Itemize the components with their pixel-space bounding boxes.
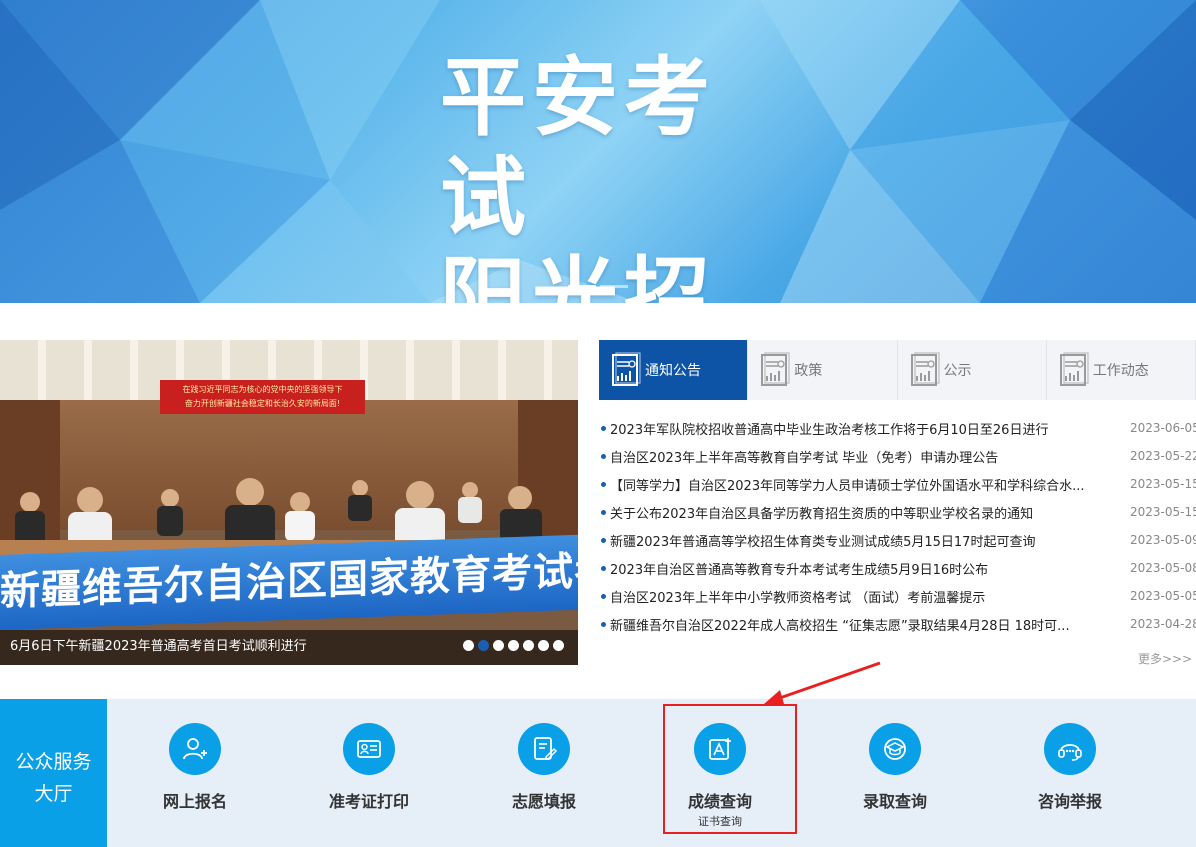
form-edit-icon bbox=[518, 723, 570, 775]
services-hall-label: 公众服务 大厅 bbox=[0, 699, 107, 847]
news-date: 2023-05-09 bbox=[1130, 533, 1196, 547]
list-item[interactable]: 【同等学力】自治区2023年同等学力人员申请硕士学位外国语水平和学科综合水...… bbox=[599, 470, 1196, 498]
news-list: 2023年军队院校招收普通高中毕业生政治考核工作将于6月10日至26日进行 202… bbox=[599, 414, 1196, 638]
tab-public[interactable]: 公示 bbox=[898, 340, 1047, 400]
banner-dot[interactable] bbox=[568, 285, 596, 288]
highlight-box bbox=[663, 704, 797, 834]
news-title[interactable]: 关于公布2023年自治区具备学历教育招生资质的中等职业学校名录的通知 bbox=[610, 503, 1130, 522]
tab-work-news[interactable]: 工作动态 bbox=[1047, 340, 1196, 400]
news-tabs: 通知公告 政策 公示 工作动态 bbox=[599, 340, 1196, 400]
service-online-registration[interactable]: 网上报名 bbox=[120, 699, 270, 847]
user-add-icon bbox=[169, 723, 221, 775]
news-date: 2023-05-15 bbox=[1130, 477, 1196, 491]
service-consult-report[interactable]: 咨询举报 bbox=[995, 699, 1145, 847]
tab-label: 政策 bbox=[794, 363, 823, 379]
more-link[interactable]: 更多>>> bbox=[1138, 650, 1192, 667]
services-label-line1: 公众服务 bbox=[15, 751, 92, 773]
bullet bbox=[601, 565, 606, 571]
service-label: 准考证打印 bbox=[328, 792, 409, 811]
red-banner-line1: 在践习近平同志为核心的党中央的坚强领导下 bbox=[182, 385, 343, 394]
headset-icon bbox=[1044, 723, 1096, 775]
carousel-dot[interactable] bbox=[553, 640, 564, 651]
service-label: 网上报名 bbox=[162, 792, 227, 811]
news-title[interactable]: 自治区2023年上半年中小学教师资格考试 （面试）考前温馨提示 bbox=[610, 587, 1130, 606]
tab-label: 公示 bbox=[943, 363, 972, 379]
list-item[interactable]: 2023年军队院校招收普通高中毕业生政治考核工作将于6月10日至26日进行 202… bbox=[599, 414, 1196, 442]
tab-notices[interactable]: 通知公告 bbox=[599, 340, 749, 400]
id-card-icon bbox=[343, 723, 395, 775]
carousel-caption[interactable]: 6月6日下午新疆2023年普通高考首日考试顺利进行 bbox=[10, 637, 307, 657]
service-application-form[interactable]: 志愿填报 bbox=[469, 699, 619, 847]
bullet bbox=[601, 453, 606, 459]
news-date: 2023-05-08 bbox=[1130, 561, 1196, 575]
news-title[interactable]: 新疆维吾尔自治区2022年成人高校招生 “征集志愿”录取结果4月28日 18时可… bbox=[610, 615, 1130, 634]
news-date: 2023-04-28 bbox=[1130, 617, 1196, 631]
bullet bbox=[601, 621, 606, 627]
news-date: 2023-05-22 bbox=[1130, 449, 1196, 463]
service-admission-query[interactable]: 录取查询 bbox=[820, 699, 970, 847]
tab-label: 通知公告 bbox=[645, 363, 701, 379]
list-item[interactable]: 2023年自治区普通高等教育专升本考试考生成绩5月9日16时公布 2023-05-… bbox=[599, 554, 1196, 582]
banner-pagination bbox=[568, 285, 628, 288]
service-label: 志愿填报 bbox=[511, 792, 576, 811]
annotation-arrow-icon bbox=[764, 661, 881, 704]
banner-dot[interactable] bbox=[600, 285, 628, 288]
news-date: 2023-06-05 bbox=[1130, 421, 1196, 435]
list-item[interactable]: 关于公布2023年自治区具备学历教育招生资质的中等职业学校名录的通知 2023-0… bbox=[599, 498, 1196, 526]
public-services-hall: 公众服务 大厅 网上报名 准考证打印 志愿填报 成绩查询 证书查询 录取查询 咨… bbox=[0, 699, 1196, 847]
tab-label: 工作动态 bbox=[1092, 363, 1149, 379]
banner-slogan-line2: 阳光招生 bbox=[440, 248, 716, 303]
photo-people bbox=[15, 478, 542, 550]
bullet bbox=[601, 509, 606, 515]
list-item[interactable]: 自治区2023年上半年中小学教师资格考试 （面试）考前温馨提示 2023-05-0… bbox=[599, 582, 1196, 610]
news-title[interactable]: 新疆2023年普通高等学校招生体育类专业测试成绩5月15日17时起可查询 bbox=[610, 531, 1130, 550]
red-banner-line2: 奋力开创新疆社会稳定和长治久安的新局面! bbox=[184, 399, 341, 408]
carousel-dot[interactable] bbox=[523, 640, 534, 651]
carousel-dot-active[interactable] bbox=[478, 640, 489, 651]
photo-red-banner: 在践习近平同志为核心的党中央的坚强领导下 奋力开创新疆社会稳定和长治久安的新局面… bbox=[160, 380, 365, 414]
news-date: 2023-05-05 bbox=[1130, 589, 1196, 603]
document-chart-icon bbox=[761, 352, 790, 386]
bullet bbox=[601, 425, 606, 431]
bullet bbox=[601, 481, 606, 487]
service-admission-ticket-print[interactable]: 准考证打印 bbox=[294, 699, 444, 847]
tab-policy[interactable]: 政策 bbox=[748, 340, 898, 400]
list-item[interactable]: 自治区2023年上半年高等教育自学考试 毕业（免考）申请办理公告 2023-05-… bbox=[599, 442, 1196, 470]
service-label: 咨询举报 bbox=[1037, 792, 1102, 811]
list-item[interactable]: 新疆2023年普通高等学校招生体育类专业测试成绩5月15日17时起可查询 2023… bbox=[599, 526, 1196, 554]
document-chart-icon bbox=[1059, 352, 1089, 386]
banner-slogan: 平安考试 阳光招生 bbox=[440, 48, 770, 303]
document-chart-icon bbox=[612, 352, 641, 386]
banner-slogan-line1: 平安考试 bbox=[440, 48, 716, 248]
news-date: 2023-05-15 bbox=[1130, 505, 1196, 519]
bullet bbox=[601, 593, 606, 599]
bullet bbox=[601, 537, 606, 543]
service-label: 录取查询 bbox=[862, 792, 927, 811]
list-item[interactable]: 新疆维吾尔自治区2022年成人高校招生 “征集志愿”录取结果4月28日 18时可… bbox=[599, 610, 1196, 638]
carousel-dot[interactable] bbox=[493, 640, 504, 651]
news-title[interactable]: 2023年军队院校招收普通高中毕业生政治考核工作将于6月10日至26日进行 bbox=[610, 419, 1130, 438]
news-title[interactable]: 2023年自治区普通高等教育专升本考试考生成绩5月9日16时公布 bbox=[610, 559, 1130, 578]
graduation-cap-icon bbox=[869, 723, 921, 775]
carousel-dot[interactable] bbox=[463, 640, 474, 651]
carousel-pagination bbox=[463, 640, 564, 651]
carousel-dot[interactable] bbox=[508, 640, 519, 651]
news-title[interactable]: 【同等学力】自治区2023年同等学力人员申请硕士学位外国语水平和学科综合水... bbox=[610, 475, 1130, 494]
news-photo-carousel[interactable]: 在践习近平同志为核心的党中央的坚强领导下 奋力开创新疆社会稳定和长治久安的新局面… bbox=[0, 340, 578, 665]
services-label-line2: 大厅 bbox=[34, 783, 73, 805]
document-chart-icon bbox=[910, 352, 940, 386]
news-title[interactable]: 自治区2023年上半年高等教育自学考试 毕业（免考）申请办理公告 bbox=[610, 447, 1130, 466]
hero-banner: 平安考试 阳光招生 bbox=[0, 0, 1196, 303]
carousel-dot[interactable] bbox=[538, 640, 549, 651]
